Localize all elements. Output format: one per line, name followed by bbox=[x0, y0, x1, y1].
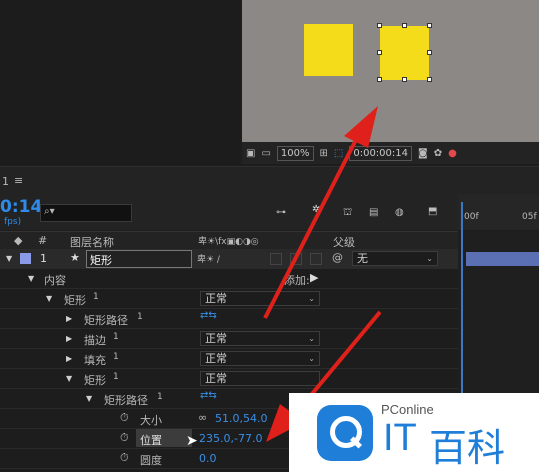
watermark-top-text: PConline bbox=[381, 402, 434, 417]
search-logo-icon bbox=[317, 405, 373, 461]
arrow-to-rectangle bbox=[263, 106, 378, 319]
watermark-brand-cn: 百科 bbox=[429, 426, 506, 470]
watermark-pconline: PConline IT 百科 bbox=[289, 393, 539, 472]
watermark-brand-it: IT bbox=[383, 417, 417, 459]
